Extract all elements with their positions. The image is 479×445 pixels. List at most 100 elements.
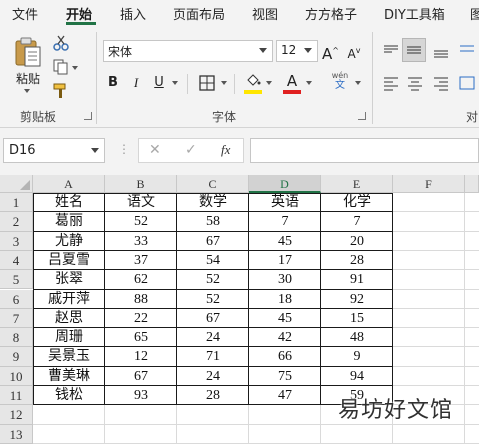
table-cell[interactable]: 9 [321,347,393,366]
table-cell[interactable]: 88 [105,290,177,309]
column-header-e[interactable]: E [321,175,393,193]
align-center-icon[interactable] [406,74,424,92]
phonetic-dropdown-arrow[interactable] [355,81,361,85]
align-top-icon[interactable] [382,42,400,60]
column-header-a[interactable]: A [33,175,105,193]
table-cell[interactable]: 94 [321,367,393,386]
column-header-overflow[interactable] [465,175,479,193]
row-header-1[interactable]: 1 [0,193,33,213]
tab-file[interactable]: 文件 [12,4,38,23]
table-cell[interactable]: 52 [105,212,177,231]
table-cell[interactable]: 17 [249,251,321,270]
table-cell[interactable]: 15 [321,309,393,328]
tab-page-layout[interactable]: 页面布局 [173,4,225,23]
merge-center-icon[interactable] [458,74,476,92]
table-cell[interactable]: 52 [177,290,249,309]
table-cell[interactable]: 28 [177,386,249,405]
table-cell[interactable]: 54 [177,251,249,270]
table-cell[interactable]: 24 [177,367,249,386]
table-header-cell[interactable]: 语文 [105,193,177,212]
table-cell[interactable]: 20 [321,232,393,251]
fill-color-dropdown-arrow[interactable] [266,81,272,85]
table-header-cell[interactable]: 英语 [249,193,321,212]
table-cell[interactable]: 7 [249,212,321,231]
row-header-2[interactable]: 2 [0,212,33,232]
align-right-icon[interactable] [432,74,450,92]
table-cell[interactable]: 钱松 [33,386,105,405]
name-box-dropdown-icon[interactable] [91,148,99,153]
table-cell[interactable]: 67 [177,309,249,328]
font-dialog-launcher-icon[interactable] [358,112,366,120]
table-cell[interactable]: 葛丽 [33,212,105,231]
table-cell[interactable]: 37 [105,251,177,270]
row-header-5[interactable]: 5 [0,270,33,290]
row-header-3[interactable]: 3 [0,231,33,251]
bold-button[interactable]: B [104,72,122,94]
cut-icon[interactable] [52,34,70,52]
table-cell[interactable]: 42 [249,328,321,347]
column-header-d[interactable]: D [249,175,321,193]
cancel-edit-icon[interactable]: ✕ [149,142,161,158]
column-header-f[interactable]: F [393,175,465,193]
row-header-12[interactable]: 12 [0,405,33,425]
table-cell[interactable]: 62 [105,270,177,289]
tab-insert[interactable]: 插入 [120,4,146,23]
copy-icon[interactable] [52,58,70,76]
table-cell[interactable]: 71 [177,347,249,366]
font-color-dropdown-arrow[interactable] [306,81,312,85]
wrap-text-icon[interactable] [458,42,476,60]
align-middle-button[interactable] [402,38,426,62]
borders-dropdown-arrow[interactable] [221,81,227,85]
tab-fangfang-gezi[interactable]: 方方格子 [305,4,357,23]
table-cell[interactable]: 67 [105,367,177,386]
table-cell[interactable]: 45 [249,232,321,251]
insert-function-button[interactable]: fx [221,142,230,158]
phonetic-guide-button[interactable]: wén 文 [328,71,352,95]
table-cell[interactable]: 58 [177,212,249,231]
table-cell[interactable]: 18 [249,290,321,309]
align-bottom-icon[interactable] [432,42,450,60]
table-cell[interactable]: 12 [105,347,177,366]
row-header-8[interactable]: 8 [0,328,33,348]
table-header-cell[interactable]: 姓名 [33,193,105,212]
name-box[interactable]: D16 [3,138,105,163]
table-cell[interactable]: 92 [321,290,393,309]
align-left-icon[interactable] [382,74,400,92]
row-header-7[interactable]: 7 [0,308,33,329]
copy-dropdown-arrow[interactable] [72,66,78,70]
table-cell[interactable]: 75 [249,367,321,386]
tab-view[interactable]: 视图 [252,4,278,23]
shrink-font-button[interactable]: Av [346,40,362,62]
table-cell[interactable]: 周珊 [33,328,105,347]
row-header-13[interactable]: 13 [0,424,33,444]
font-name-select[interactable]: 宋体 [103,40,273,62]
paste-dropdown-arrow[interactable] [24,89,30,93]
paste-label[interactable]: 粘贴 [16,70,40,87]
table-cell[interactable]: 24 [177,328,249,347]
table-cell[interactable]: 吴景玉 [33,347,105,366]
table-cell[interactable]: 52 [177,270,249,289]
table-cell[interactable]: 曹美琳 [33,367,105,386]
formula-input[interactable] [250,138,479,163]
table-cell[interactable]: 33 [105,232,177,251]
row-header-9[interactable]: 9 [0,347,33,367]
italic-button[interactable]: I [127,72,145,94]
confirm-edit-icon[interactable]: ✓ [185,142,197,158]
format-painter-icon[interactable] [52,82,70,100]
fill-color-icon[interactable] [244,72,262,90]
table-cell[interactable]: 66 [249,347,321,366]
table-cell[interactable]: 戚开萍 [33,290,105,309]
table-cell[interactable]: 93 [105,386,177,405]
row-header-10[interactable]: 10 [0,366,33,386]
table-header-cell[interactable]: 化学 [321,193,393,212]
tab-diy-toolbox[interactable]: DIY工具箱 [384,4,445,23]
table-header-cell[interactable]: 数学 [177,193,249,212]
table-cell[interactable]: 28 [321,251,393,270]
table-cell[interactable]: 7 [321,212,393,231]
font-name-dropdown-icon[interactable] [259,48,267,53]
borders-icon[interactable] [198,74,216,92]
underline-button[interactable]: U [150,72,168,94]
table-cell[interactable]: 91 [321,270,393,289]
table-cell[interactable]: 65 [105,328,177,347]
select-all-corner[interactable] [0,175,33,193]
